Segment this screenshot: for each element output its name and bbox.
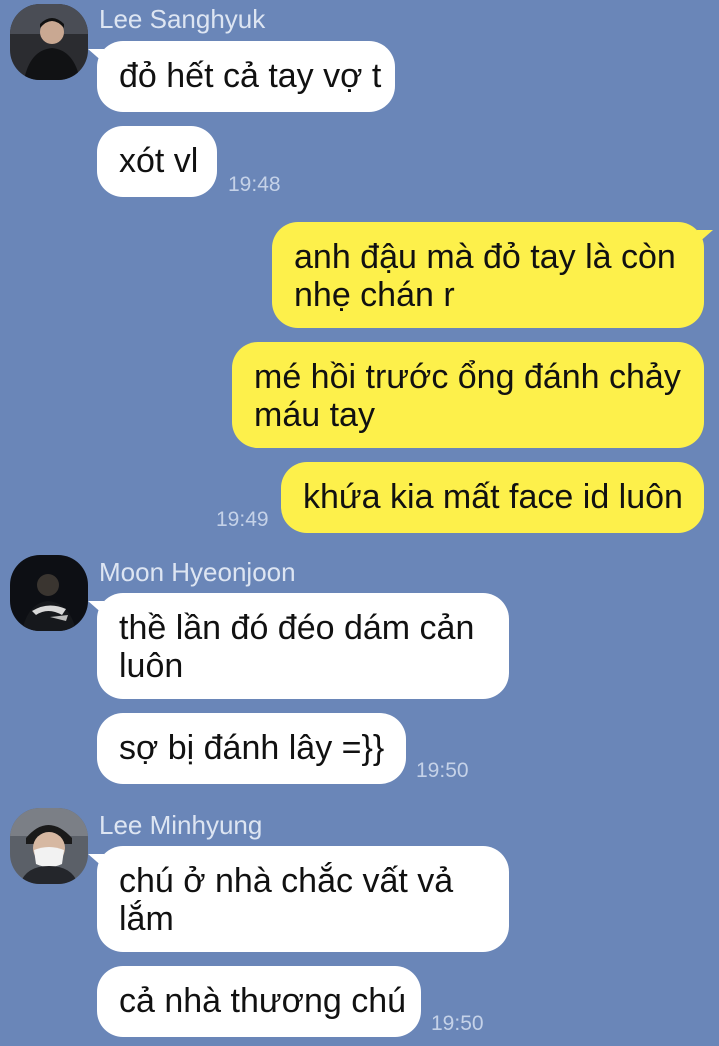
message-bubble-outgoing[interactable]: anh đậu mà đỏ tay là còn nhẹ chán r: [272, 222, 713, 328]
message-text: lắm: [119, 900, 174, 938]
message-timestamp: 19:49: [216, 508, 269, 531]
message-text: xót vl: [119, 142, 199, 180]
message-text: sợ bị đánh lây =}}: [119, 729, 385, 767]
sender-name: Lee Sanghyuk: [99, 4, 266, 34]
message-text: đỏ hết cả tay vợ t: [119, 57, 382, 95]
message-bubble-outgoing[interactable]: mé hồi trước ổng đánh chảy máu tay: [232, 342, 704, 448]
message-text: nhẹ chán r: [294, 276, 455, 314]
message-text: thề lần đó đéo dám cản: [119, 609, 475, 647]
message-timestamp: 19:50: [416, 759, 469, 782]
message-text: mé hồi trước ổng đánh chảy: [254, 358, 681, 396]
avatar-lee-minhyung[interactable]: [10, 808, 88, 884]
profile-photo-icon: [10, 4, 88, 80]
sender-name: Moon Hyeonjoon: [99, 557, 296, 587]
sender-name: Lee Minhyung: [99, 810, 263, 840]
message-bubble[interactable]: chú ở nhà chắc vất vả lắm: [88, 846, 509, 952]
avatar-moon-hyeonjoon[interactable]: [10, 555, 88, 631]
message-text: anh đậu mà đỏ tay là còn: [294, 238, 676, 276]
message-text: khứa kia mất face id luôn: [303, 478, 683, 516]
message-text: luôn: [119, 647, 184, 685]
message-text: cả nhà thương chú: [119, 982, 407, 1020]
message-text: máu tay: [254, 396, 375, 434]
profile-photo-icon: [10, 555, 88, 631]
message-bubble[interactable]: thề lần đó đéo dám cản luôn: [88, 593, 509, 699]
message-timestamp: 19:50: [431, 1012, 484, 1035]
message-bubble[interactable]: cả nhà thương chú: [97, 966, 421, 1037]
message-bubble[interactable]: đỏ hết cả tay vợ t: [88, 41, 395, 112]
message-bubble[interactable]: sợ bị đánh lây =}}: [97, 713, 406, 784]
avatar-lee-sanghyuk[interactable]: [10, 4, 88, 80]
chat-area[interactable]: Lee Sanghyuk đỏ hết cả tay vợ t xót vl 1…: [0, 0, 719, 1046]
message-bubble-outgoing[interactable]: khứa kia mất face id luôn: [281, 462, 704, 533]
profile-photo-icon: [10, 808, 88, 884]
message-timestamp: 19:48: [228, 173, 281, 196]
message-text: chú ở nhà chắc vất vả: [119, 862, 454, 900]
message-bubble[interactable]: xót vl: [97, 126, 217, 197]
